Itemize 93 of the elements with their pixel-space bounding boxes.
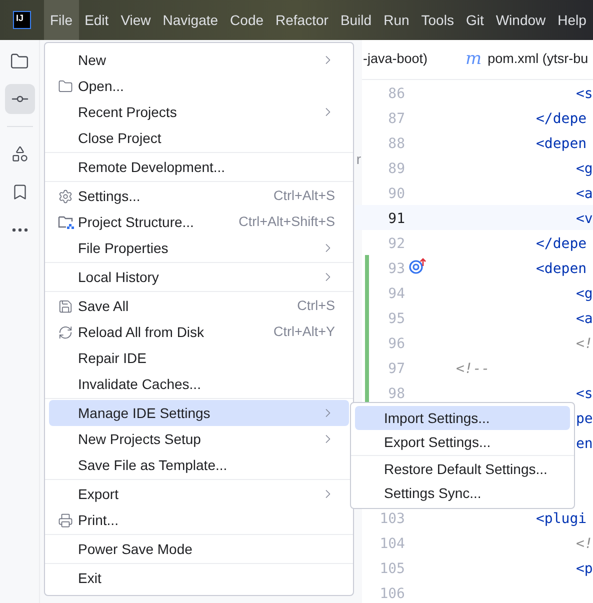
menu-bar-item[interactable]: Window	[490, 0, 552, 40]
menu-item-label: Remote Development...	[78, 158, 226, 177]
code-text: pe	[576, 410, 593, 426]
code-text: <s	[576, 86, 593, 102]
menu-item-label: Open...	[78, 76, 124, 96]
shortcut-label: Ctrl+S	[297, 296, 335, 315]
code-text: <s	[576, 386, 593, 402]
editor-tab[interactable]: m pom.xml (ytsr-bu	[466, 49, 588, 70]
menu-item-label: Exit	[78, 568, 102, 588]
menu-bar-item[interactable]: File	[44, 0, 79, 40]
more-icon	[12, 228, 28, 232]
editor-tab[interactable]: -java-boot)	[363, 49, 428, 70]
app-logo[interactable]: IJ	[13, 11, 31, 29]
code-text: </depe	[536, 110, 587, 126]
shortcut-label: Ctrl+Alt+Shift+S	[238, 212, 335, 231]
folder-icon	[58, 78, 73, 94]
menu-item-label: New	[78, 50, 106, 70]
menu-bar-item[interactable]: Refactor	[270, 0, 334, 40]
code-text: <depen	[536, 260, 587, 276]
line-number: 86	[388, 86, 405, 102]
menu-item-label: Settings...	[78, 186, 140, 206]
shortcut-label: Ctrl+Alt+S	[273, 186, 335, 205]
menu-item-label: Save File as Template...	[78, 456, 228, 475]
menu-item-label: Export	[78, 484, 118, 504]
code-text: <!	[576, 536, 593, 552]
menu-bar-item[interactable]: Help	[552, 0, 592, 40]
line-number: 104	[380, 536, 405, 552]
menu-item-label: Manage IDE Settings	[78, 404, 210, 423]
menu-bar-item[interactable]: Code	[224, 0, 270, 40]
menu-item[interactable]: Import Settings...	[355, 406, 570, 430]
printer-icon	[58, 512, 73, 528]
line-number: 89	[388, 160, 405, 176]
code-text: <plugi	[536, 510, 587, 526]
override-marker-icon[interactable]	[409, 258, 427, 274]
line-number: 94	[388, 286, 405, 302]
code-text: <p	[576, 560, 593, 576]
menu-item-label: Settings Sync...	[384, 484, 482, 503]
reload-icon	[58, 324, 73, 340]
code-text: </depe	[536, 236, 587, 252]
maven-icon: m	[466, 51, 482, 68]
menu-bar-item[interactable]: View	[114, 0, 157, 40]
line-number: 97	[388, 360, 405, 376]
menu-item-label: Import Settings...	[384, 408, 490, 428]
line-number: 105	[380, 560, 405, 576]
save-icon	[58, 298, 73, 314]
menu-item-label: Local History	[78, 268, 159, 287]
menu-item-label: Project Structure...	[78, 212, 194, 232]
line-number: 95	[388, 310, 405, 326]
menu-item-label: Save All	[78, 296, 129, 316]
line-number: 96	[388, 336, 405, 352]
menu-item-label: Export Settings...	[384, 432, 491, 452]
menu-bar-item[interactable]: Tools	[415, 0, 460, 40]
menu-bar-item[interactable]: Build	[334, 0, 378, 40]
line-number: 92	[388, 236, 405, 252]
line-number: 88	[388, 136, 405, 152]
folder-icon	[10, 52, 29, 70]
code-text: <a	[576, 186, 593, 202]
settings-icon	[58, 188, 73, 204]
menu-item-label: Close Project	[78, 128, 162, 148]
line-number: 93	[388, 260, 405, 276]
menu-item-label: File Properties	[78, 238, 168, 258]
code-text: <g	[576, 286, 593, 302]
menu-bar-item[interactable]: Run	[378, 0, 416, 40]
folder-grid-icon	[58, 215, 74, 229]
code-text: <!	[576, 336, 593, 352]
code-text: <v	[576, 210, 593, 226]
commit-tool-button[interactable]	[4, 84, 34, 114]
menu-item-label: Recent Projects	[78, 102, 177, 122]
code-text: en	[576, 436, 593, 452]
menu-bar-item[interactable]: Edit	[78, 0, 115, 40]
menu-item-label: Repair IDE	[78, 348, 146, 368]
menu-item-label: Restore Default Settings...	[384, 460, 548, 479]
menu-item-label: Print...	[78, 510, 118, 530]
panel-text-fragment: r	[356, 152, 362, 166]
shortcut-label: Ctrl+Alt+Y	[273, 322, 335, 341]
menu-item-label: Power Save Mode	[78, 540, 192, 558]
line-number: 90	[388, 186, 405, 202]
menu-item-label: New Projects Setup	[78, 430, 201, 449]
menu-item[interactable]: Manage IDE Settings	[49, 400, 349, 426]
line-number: 103	[380, 510, 405, 526]
code-text: <depen	[536, 136, 587, 152]
menu-bar-item[interactable]: Git	[460, 0, 490, 40]
line-number: 91	[388, 210, 405, 226]
line-number: 106	[380, 586, 405, 602]
line-number: 87	[388, 110, 405, 126]
menu-item-label: Reload All from Disk	[78, 322, 204, 342]
code-text: <g	[576, 160, 593, 176]
menu-item-label: Invalidate Caches...	[78, 374, 201, 394]
menu-bar-item[interactable]: Navigate	[156, 0, 224, 40]
shapes-icon	[10, 145, 28, 163]
line-number: 98	[388, 386, 405, 402]
code-text: <!--	[456, 360, 490, 376]
code-text: <a	[576, 310, 593, 326]
